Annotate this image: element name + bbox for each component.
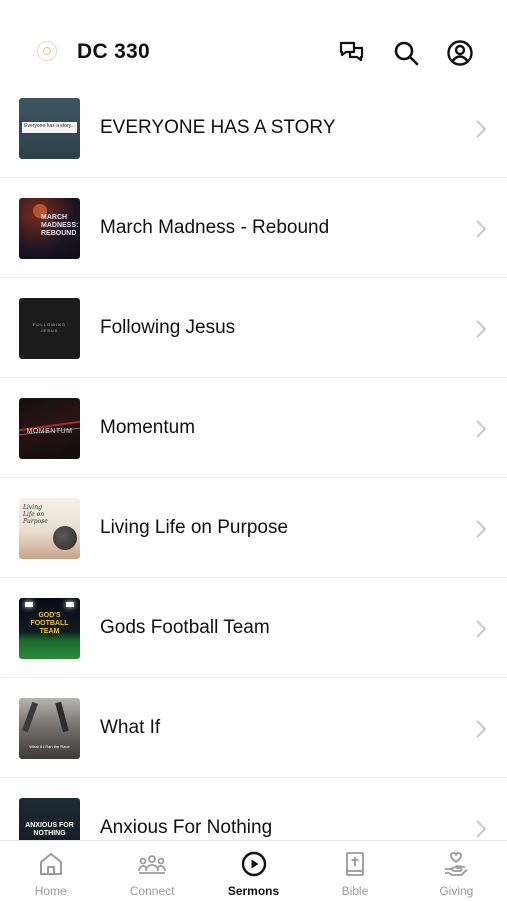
sermon-title: Following Jesus <box>100 317 236 338</box>
tab-label: Home <box>34 884 67 898</box>
sermon-title: Anxious For Nothing <box>100 817 273 838</box>
list-item[interactable]: FOLLOWING JESUS Following Jesus <box>0 278 507 378</box>
chevron-right-icon <box>476 520 487 538</box>
church-logo-icon <box>37 41 57 61</box>
tab-label: Bible <box>341 884 369 898</box>
list-item[interactable]: Living Life on Purpose Living Life on Pu… <box>0 478 507 578</box>
sermon-thumbnail: ANXIOUS FOR NOTHING <box>19 798 80 840</box>
tab-label: Connect <box>129 884 175 898</box>
sermon-thumbnail: GOD'S FOOTBALL TEAM <box>19 598 80 659</box>
chevron-right-icon <box>476 620 487 638</box>
sermon-thumbnail: FOLLOWING JESUS <box>19 298 80 359</box>
list-item[interactable]: ANXIOUS FOR NOTHING Anxious For Nothing <box>0 778 507 840</box>
list-item[interactable]: Everyone has a story... EVERYONE HAS A S… <box>0 78 507 178</box>
list-item[interactable]: What If I Ran the Race What If <box>0 678 507 778</box>
status-bar <box>0 0 507 22</box>
sermon-list: Everyone has a story... EVERYONE HAS A S… <box>0 78 507 840</box>
search-icon[interactable] <box>391 38 421 68</box>
sermon-title: Momentum <box>100 417 196 438</box>
app-header: DC 330 <box>0 22 507 84</box>
chevron-right-icon <box>476 120 487 138</box>
tab-bible[interactable]: Bible <box>304 841 405 901</box>
sermon-title: What If <box>100 717 161 738</box>
people-icon <box>138 855 167 874</box>
tab-label: Sermons <box>227 884 280 898</box>
giving-icon <box>445 852 468 876</box>
sermon-thumbnail: MOMENTUM <box>19 398 80 459</box>
sermon-title: March Madness - Rebound <box>100 217 330 238</box>
tab-home[interactable]: Home <box>0 841 101 901</box>
list-item[interactable]: MOMENTUM Momentum <box>0 378 507 478</box>
list-item[interactable]: MARCH MADNESS: REBOUND March Madness - R… <box>0 178 507 278</box>
home-icon <box>39 853 62 875</box>
sermon-thumbnail: What If I Ran the Race <box>19 698 80 759</box>
sermon-title: Living Life on Purpose <box>100 517 289 538</box>
chevron-right-icon <box>476 220 487 238</box>
sermon-thumbnail: MARCH MADNESS: REBOUND <box>19 198 80 259</box>
page-title: DC 330 <box>77 40 151 63</box>
play-icon <box>241 851 266 877</box>
tab-label: Giving <box>439 884 474 898</box>
sermon-title: EVERYONE HAS A STORY <box>100 117 336 138</box>
tab-sermons[interactable]: Sermons <box>203 841 304 901</box>
tab-connect[interactable]: Connect <box>101 841 202 901</box>
chevron-right-icon <box>476 820 487 838</box>
sermon-title: Gods Football Team <box>100 617 270 638</box>
account-icon[interactable] <box>445 38 475 68</box>
chevron-right-icon <box>476 420 487 438</box>
bible-icon <box>346 852 364 876</box>
chat-icon[interactable] <box>337 38 367 68</box>
list-item[interactable]: GOD'S FOOTBALL TEAM Gods Football Team <box>0 578 507 678</box>
tab-giving[interactable]: Giving <box>406 841 507 901</box>
tab-bar: Home Connect Sermons Bible Giving <box>0 840 507 901</box>
sermon-thumbnail: Living Life on Purpose <box>19 498 80 559</box>
sermon-thumbnail: Everyone has a story... <box>19 98 80 159</box>
chevron-right-icon <box>476 320 487 338</box>
chevron-right-icon <box>476 720 487 738</box>
